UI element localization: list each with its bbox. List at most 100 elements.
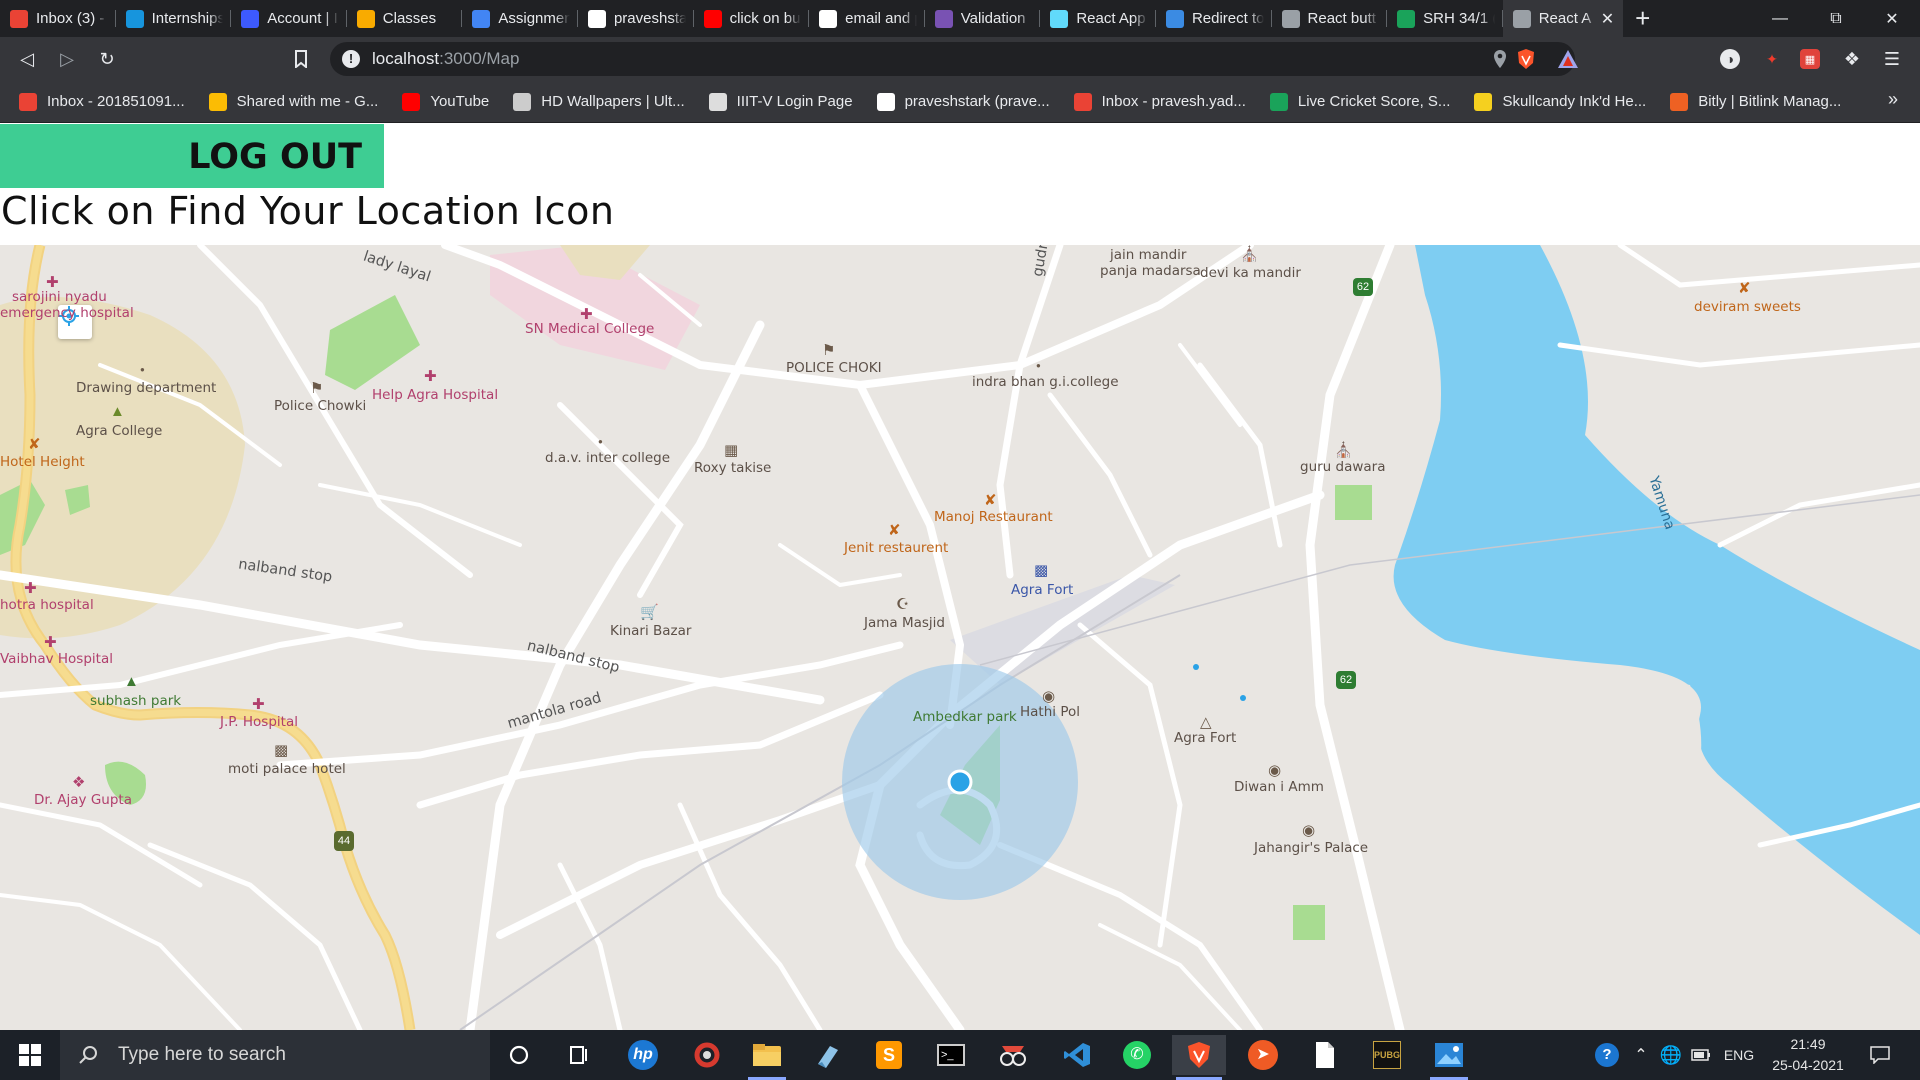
site-info-icon[interactable]: ! [342, 50, 360, 68]
close-tab-icon[interactable]: ✕ [1601, 9, 1615, 29]
browser-tab[interactable]: Internships [116, 0, 232, 37]
map-label-jenit-restaurent: Jenit restaurent [844, 540, 949, 556]
app-icon[interactable] [680, 1035, 734, 1075]
restore-button[interactable]: ⧉ [1808, 0, 1864, 37]
bookmark-label: IIIT-V Login Page [736, 93, 853, 110]
google-icon [819, 9, 838, 28]
map-label-devi-ka-mandir: devi ka mandir [1200, 265, 1301, 281]
browser-tab[interactable]: Validation [925, 0, 1041, 37]
forward-icon[interactable]: ▷ [53, 45, 81, 73]
more-bookmarks-button[interactable]: » [1888, 89, 1898, 110]
tab-list: Inbox (3) - Internships Account | I Classes… [0, 0, 1623, 37]
url-text: localhost:3000/Map [372, 49, 519, 69]
bookmark-item[interactable]: Shared with me - G... [206, 86, 387, 118]
page-heading: Click on Find Your Location Icon [1, 189, 615, 233]
browser-tab[interactable]: Classes [347, 0, 463, 37]
bookmark-page-icon[interactable] [287, 45, 315, 73]
brave-shields-icon[interactable] [1514, 47, 1538, 71]
file-explorer-icon[interactable] [740, 1035, 794, 1080]
cortana-icon[interactable] [492, 1035, 546, 1075]
terminal-icon[interactable]: >_ [924, 1035, 978, 1075]
snipping-icon[interactable] [986, 1035, 1040, 1075]
hospital-icon: ✚ [46, 274, 59, 291]
language-indicator[interactable]: ENG [1722, 1030, 1756, 1080]
network-globe-icon[interactable]: 🌐 [1656, 1030, 1686, 1080]
brave-rewards-icon[interactable] [1556, 47, 1580, 71]
brave-icon[interactable] [1172, 1035, 1226, 1080]
map-label-hotra-hospital: hotra hospital [0, 597, 94, 613]
bookmark-item[interactable]: IIIT-V Login Page [706, 86, 861, 118]
tree-icon: ▲ [124, 673, 139, 690]
start-button[interactable] [0, 1030, 60, 1080]
map-label-manoj-restaurant: Manoj Restaurant [934, 509, 1053, 525]
bookmark-item[interactable]: Bitly | Bitlink Manag... [1667, 86, 1849, 118]
close-window-button[interactable]: ✕ [1864, 0, 1920, 37]
taskbar-clock[interactable]: 21:49 25-04-2021 [1758, 1034, 1858, 1076]
tab-label: React A [1538, 10, 1592, 27]
browser-tab[interactable]: Assignmen [462, 0, 578, 37]
battery-icon[interactable] [1688, 1030, 1714, 1080]
pixel-extension-icon[interactable]: ▦ [1800, 49, 1820, 69]
file-icon[interactable] [1298, 1035, 1352, 1075]
address-bar[interactable]: ! localhost:3000/Map [330, 42, 1575, 76]
taskbar-search-box[interactable]: Type here to search [60, 1030, 490, 1080]
bookmark-item[interactable]: Live Cricket Score, S... [1267, 86, 1459, 118]
browser-tab[interactable]: email and p [809, 0, 925, 37]
back-icon[interactable]: ◁ [13, 45, 41, 73]
map-tiles [0, 245, 1920, 1030]
browser-tab[interactable]: Redirect to [1156, 0, 1272, 37]
extensions-puzzle-icon[interactable]: ❖ [1840, 47, 1864, 71]
browser-tab[interactable]: SRH 34/1 ( [1387, 0, 1503, 37]
new-tab-button[interactable]: + [1623, 0, 1663, 37]
browser-tab[interactable]: Account | I [231, 0, 347, 37]
map-label-panja-madarsa: panja madarsa [1100, 263, 1201, 279]
restaurant-icon: ✘ [984, 492, 997, 509]
map-label-agra-fort: Agra Fort [1174, 730, 1237, 746]
globe-icon [708, 92, 727, 111]
bookmark-label: Live Cricket Score, S... [1297, 93, 1451, 110]
pdf-extension-icon[interactable]: ✦ [1760, 47, 1784, 71]
bookmark-label: Bitly | Bitlink Manag... [1698, 93, 1842, 110]
bookmark-item[interactable]: HD Wallpapers | Ult... [510, 86, 692, 118]
reload-icon[interactable]: ↻ [93, 45, 121, 73]
location-permission-icon[interactable] [1493, 49, 1507, 74]
help-icon[interactable]: ? [1590, 1030, 1624, 1080]
browser-tab[interactable]: React A ✕ [1502, 0, 1623, 37]
bookmark-item[interactable]: Skullcandy Ink'd He... [1471, 86, 1654, 118]
pubg-icon[interactable]: PUBG [1360, 1035, 1414, 1075]
whatsapp-icon[interactable]: ✆ [1110, 1035, 1164, 1075]
bookmark-label: YouTube [430, 93, 490, 110]
map-view[interactable]: sarojini nyadu emergency hospital ✚ lady… [0, 245, 1920, 1030]
tray-overflow-icon[interactable]: ⌃ [1628, 1030, 1654, 1080]
tab-label: Inbox (3) - [36, 10, 105, 27]
bookmark-item[interactable]: YouTube [399, 86, 497, 118]
notepad-icon[interactable] [800, 1035, 854, 1075]
map-label-moti-palace: moti palace hotel [228, 761, 346, 777]
vscode-icon[interactable] [1050, 1035, 1104, 1075]
bitly-icon [1670, 92, 1689, 111]
map-label-diwan-i-amm: Diwan i Amm [1234, 779, 1324, 795]
hp-icon[interactable]: hp [616, 1035, 670, 1075]
minimize-button[interactable]: — [1752, 0, 1808, 37]
bookmark-item[interactable]: Inbox - pravesh.yad... [1071, 86, 1254, 118]
browser-tab[interactable]: React butt [1272, 0, 1388, 37]
stethoscope-icon: ❖ [72, 774, 86, 791]
browser-tab[interactable]: click on bu [694, 0, 810, 37]
react-icon [1050, 9, 1069, 28]
notifications-icon[interactable] [1860, 1030, 1900, 1080]
browser-tab[interactable]: Inbox (3) - [0, 0, 116, 37]
extension-circle-icon[interactable]: ◑ [1720, 49, 1740, 69]
monument-icon: △ [1200, 714, 1212, 731]
photos-icon[interactable] [1422, 1035, 1476, 1080]
postman-icon[interactable]: ➤ [1236, 1035, 1290, 1075]
browser-menu-icon[interactable]: ☰ [1880, 47, 1904, 71]
bookmark-item[interactable]: praveshstark (prave... [874, 86, 1058, 118]
hospital-icon: ✚ [44, 634, 57, 651]
logout-button[interactable]: LOG OUT [0, 124, 384, 188]
task-view-icon[interactable] [552, 1035, 606, 1075]
browser-tab[interactable]: React App [1040, 0, 1156, 37]
sublime-icon[interactable]: S [862, 1035, 916, 1075]
bookmark-item[interactable]: Inbox - 201851091... [16, 86, 193, 118]
bookmark-label: Skullcandy Ink'd He... [1502, 93, 1647, 110]
browser-tab[interactable]: praveshsta [578, 0, 694, 37]
